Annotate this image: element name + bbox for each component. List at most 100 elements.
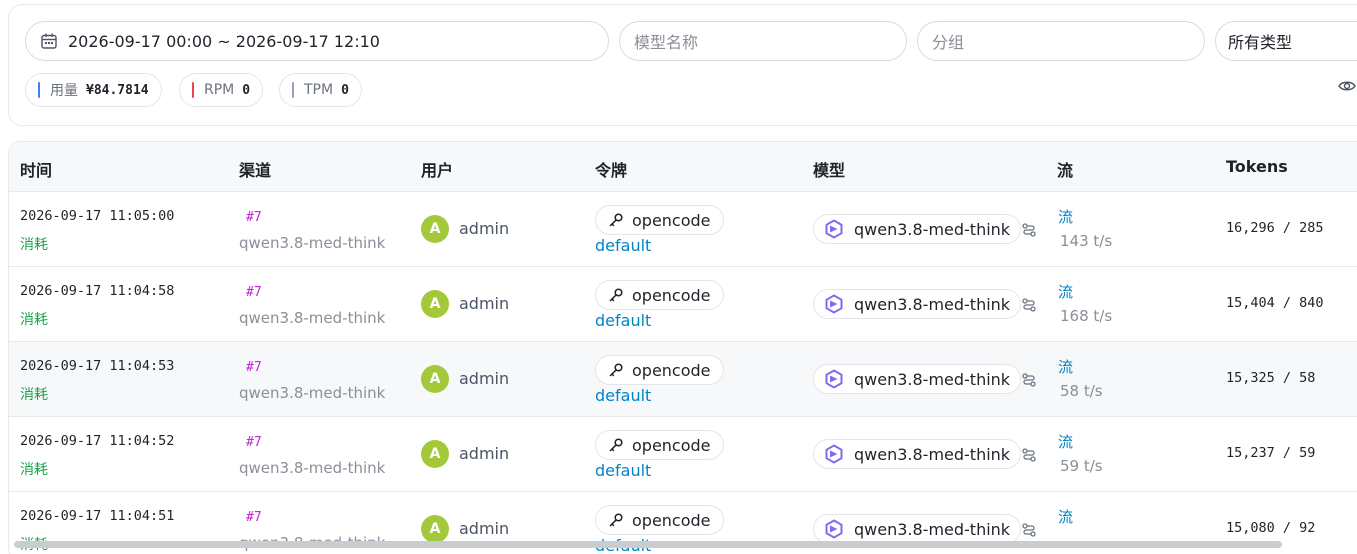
header-channel: 渠道 (239, 161, 272, 180)
token-name: opencode (632, 210, 711, 230)
route-icon[interactable] (1021, 297, 1037, 313)
rpm-bar (192, 82, 194, 98)
model-tag[interactable]: qwen3.8-med-think (813, 514, 1022, 544)
header-tokens: Tokens (1226, 157, 1288, 176)
log-type-select[interactable]: 所有类型 (1215, 21, 1357, 61)
model-name: qwen3.8-med-think (854, 444, 1011, 464)
qwen-logo-icon (825, 519, 843, 539)
row-group[interactable]: default (595, 311, 651, 330)
row-tokens: 15,237 / 59 (1226, 445, 1316, 461)
avatar: A (421, 365, 449, 393)
route-icon[interactable] (1021, 372, 1037, 388)
token-tag[interactable]: opencode (595, 205, 724, 235)
rpm-label: RPM (204, 82, 235, 98)
token-tag[interactable]: opencode (595, 280, 724, 310)
date-range-picker[interactable]: 2026-09-17 00:00 ~ 2026-09-17 12:10 (25, 21, 609, 61)
group-input[interactable]: 分组 (917, 21, 1205, 61)
avatar: A (421, 290, 449, 318)
token-tag[interactable]: opencode (595, 355, 724, 385)
row-stream: 流 (1058, 283, 1074, 301)
row-channel-id[interactable]: #7 (246, 435, 262, 450)
model-name: qwen3.8-med-think (854, 519, 1011, 539)
row-channel-id[interactable]: #7 (246, 210, 262, 225)
route-icon[interactable] (1021, 522, 1037, 538)
header-token: 令牌 (595, 161, 628, 180)
row-speed: 58 t/s (1060, 382, 1103, 400)
row-channel-id[interactable]: #7 (246, 360, 262, 375)
row-user[interactable]: admin (459, 444, 509, 463)
row-channel-name: qwen3.8-med-think (239, 459, 386, 477)
route-icon[interactable] (1021, 222, 1037, 238)
date-range-value: 2026-09-17 00:00 ~ 2026-09-17 12:10 (68, 31, 380, 51)
token-tag[interactable]: opencode (595, 505, 724, 535)
row-stream: 流 (1058, 358, 1074, 376)
model-tag[interactable]: qwen3.8-med-think (813, 364, 1022, 394)
tpm-bar (292, 82, 294, 98)
key-icon (609, 363, 623, 377)
table-row[interactable]: 2026-09-17 11:04:58 消耗 #7 qwen3.8-med-th… (9, 267, 1357, 342)
route-icon[interactable] (1021, 447, 1037, 463)
table-row[interactable]: 2026-09-17 11:04:53 消耗 #7 qwen3.8-med-th… (9, 342, 1357, 417)
row-group[interactable]: default (595, 236, 651, 255)
token-name: opencode (632, 360, 711, 380)
model-name: qwen3.8-med-think (854, 219, 1011, 239)
token-tag[interactable]: opencode (595, 430, 724, 460)
row-user[interactable]: admin (459, 369, 509, 388)
usage-stat: 用量 ¥84.7814 (25, 73, 162, 107)
qwen-logo-icon (825, 219, 843, 239)
eye-off-icon[interactable] (1338, 78, 1356, 94)
avatar: A (421, 440, 449, 468)
logs-table: 时间 渠道 用户 令牌 模型 流 Tokens 2026-09-17 11:05… (8, 141, 1357, 554)
token-name: opencode (632, 435, 711, 455)
row-type: 消耗 (20, 312, 48, 328)
row-time: 2026-09-17 11:04:52 (20, 433, 175, 449)
row-channel-id[interactable]: #7 (246, 285, 262, 300)
row-speed: 168 t/s (1060, 307, 1113, 325)
rpm-value: 0 (242, 82, 251, 98)
table-row[interactable]: 2026-09-17 11:04:52 消耗 #7 qwen3.8-med-th… (9, 417, 1357, 492)
row-time: 2026-09-17 11:05:00 (20, 208, 175, 224)
model-name-input[interactable]: 模型名称 (619, 21, 907, 61)
qwen-logo-icon (825, 369, 843, 389)
table-header: 时间 渠道 用户 令牌 模型 流 Tokens (9, 142, 1357, 192)
row-channel-name: qwen3.8-med-think (239, 234, 386, 252)
row-type: 消耗 (20, 462, 48, 478)
qwen-logo-icon (825, 444, 843, 464)
row-time: 2026-09-17 11:04:53 (20, 358, 175, 374)
model-tag[interactable]: qwen3.8-med-think (813, 439, 1022, 469)
horizontal-scrollbar[interactable] (14, 541, 1282, 548)
model-tag[interactable]: qwen3.8-med-think (813, 214, 1022, 244)
row-stream: 流 (1058, 433, 1074, 451)
log-type-value: 所有类型 (1228, 33, 1293, 52)
calendar-icon (41, 33, 57, 49)
row-channel-id[interactable]: #7 (246, 510, 262, 525)
row-tokens: 16,296 / 285 (1226, 220, 1324, 236)
tpm-stat: TPM 0 (279, 73, 362, 107)
avatar: A (421, 215, 449, 243)
row-time: 2026-09-17 11:04:51 (20, 508, 175, 524)
row-time: 2026-09-17 11:04:58 (20, 283, 175, 299)
row-stream: 流 (1058, 208, 1074, 226)
model-tag[interactable]: qwen3.8-med-think (813, 289, 1022, 319)
row-tokens: 15,080 / 92 (1226, 520, 1316, 536)
row-user[interactable]: admin (459, 219, 509, 238)
header-model: 模型 (813, 161, 846, 180)
model-name: qwen3.8-med-think (854, 369, 1011, 389)
row-stream: 流 (1058, 508, 1074, 526)
key-icon (609, 438, 623, 452)
row-type: 消耗 (20, 387, 48, 403)
tpm-value: 0 (341, 82, 349, 98)
row-speed: 59 t/s (1060, 457, 1103, 475)
model-name-placeholder: 模型名称 (634, 33, 699, 52)
row-user[interactable]: admin (459, 294, 509, 313)
usage-bar (38, 82, 40, 98)
row-type: 消耗 (20, 237, 48, 253)
table-row[interactable]: 2026-09-17 11:05:00 消耗 #7 qwen3.8-med-th… (9, 192, 1357, 267)
row-group[interactable]: default (595, 386, 651, 405)
row-group[interactable]: default (595, 461, 651, 480)
model-name: qwen3.8-med-think (854, 294, 1011, 314)
row-user[interactable]: admin (459, 519, 509, 538)
usage-label: 用量 (50, 83, 78, 99)
group-placeholder: 分组 (932, 33, 965, 52)
header-time: 时间 (20, 161, 53, 180)
